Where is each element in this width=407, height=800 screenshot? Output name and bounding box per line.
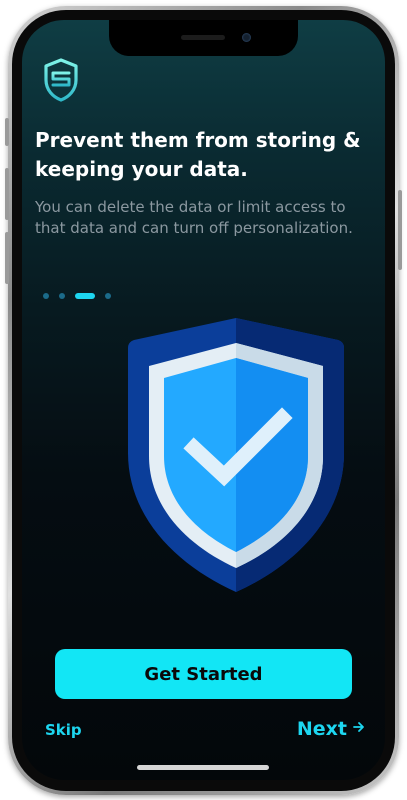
next-button[interactable]: Next xyxy=(297,718,365,740)
page-dot-4[interactable] xyxy=(105,293,111,299)
get-started-button[interactable]: Get Started xyxy=(55,649,352,699)
speaker-grill xyxy=(181,35,225,40)
page-dot-3-active[interactable] xyxy=(75,293,95,299)
page-dot-1[interactable] xyxy=(43,293,49,299)
onboarding-description: You can delete the data or limit access … xyxy=(35,198,353,237)
next-label: Next xyxy=(296,718,347,740)
page-indicator xyxy=(43,292,121,300)
shield-logo-icon xyxy=(42,58,80,102)
page-dot-2[interactable] xyxy=(59,293,65,299)
notch xyxy=(109,20,298,56)
app-screen: Prevent them from storing & keeping your… xyxy=(22,20,385,780)
side-button-silent xyxy=(5,118,9,146)
skip-button[interactable]: Skip xyxy=(45,721,82,739)
onboarding-title: Prevent them from storing & keeping your… xyxy=(35,128,361,181)
side-button-volume-up xyxy=(5,168,9,220)
shield-check-icon xyxy=(114,318,358,592)
side-button-power xyxy=(398,190,402,270)
get-started-label: Get Started xyxy=(144,663,263,685)
front-camera-icon xyxy=(242,33,251,42)
home-indicator[interactable] xyxy=(137,765,269,770)
side-button-volume-down xyxy=(5,232,9,284)
arrow-right-icon xyxy=(353,720,365,738)
